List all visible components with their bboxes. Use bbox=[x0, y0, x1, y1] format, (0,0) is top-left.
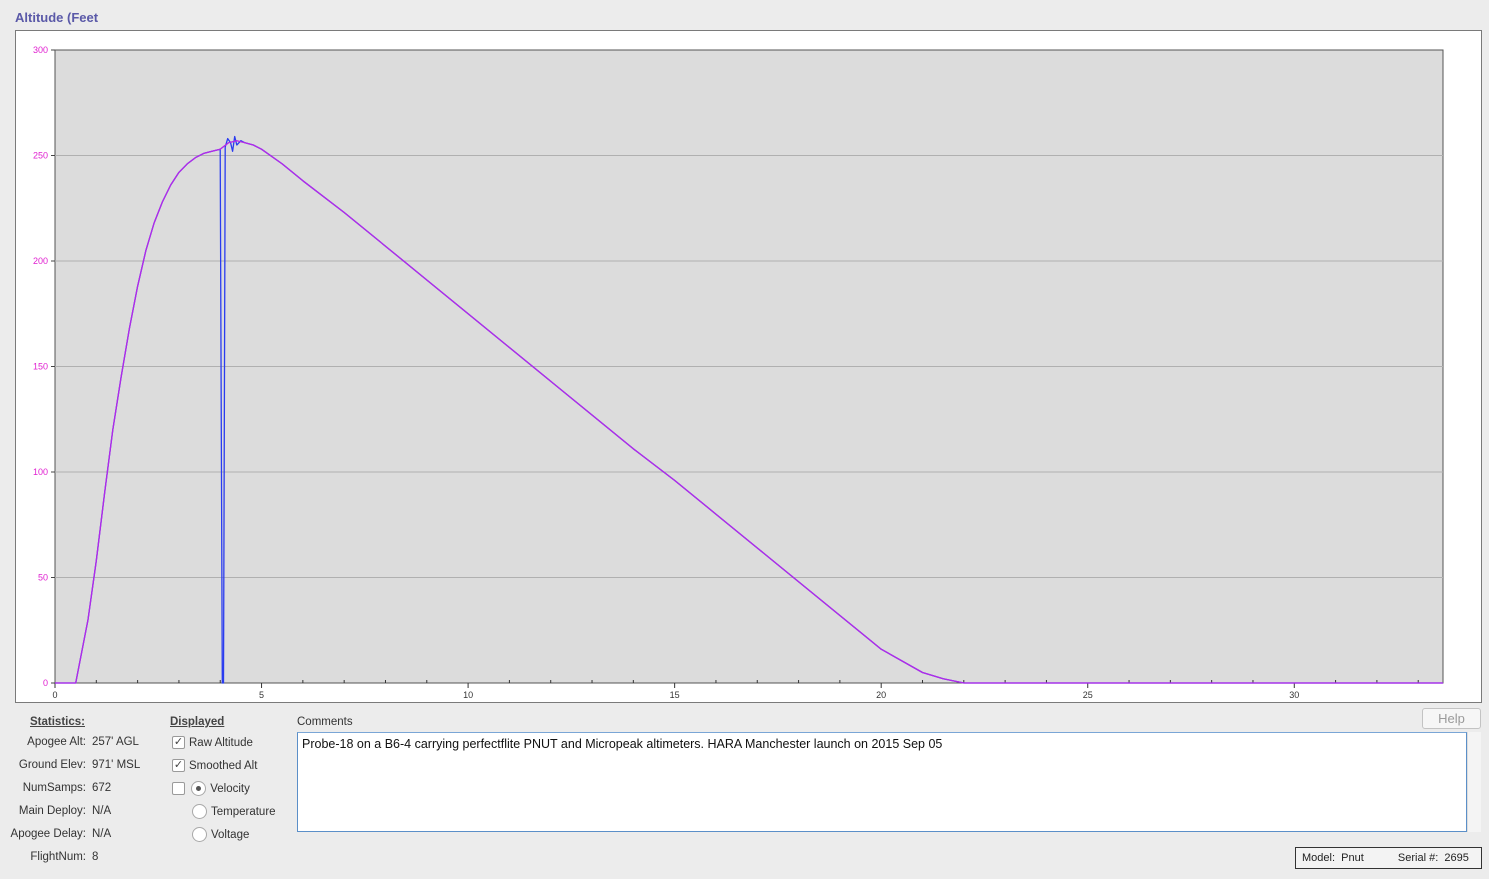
x-tick-label: 15 bbox=[670, 690, 680, 700]
stat-ground-elev: Ground Elev: 971' MSL bbox=[0, 759, 160, 775]
stat-apogee-delay: Apogee Delay: N/A bbox=[0, 828, 160, 844]
third-series-checkbox[interactable] bbox=[172, 782, 185, 795]
altitude-chart: 0 50 100 150 200 250 300 0 5 10 15 20 25 30 bbox=[15, 30, 1482, 703]
stat-label: Apogee Alt: bbox=[27, 736, 86, 748]
x-tick-label: 20 bbox=[876, 690, 886, 700]
stat-value: 971' MSL bbox=[92, 759, 141, 771]
comments-scrollbar[interactable] bbox=[1467, 732, 1481, 832]
velocity-label: Velocity bbox=[210, 782, 250, 795]
stat-label: FlightNum: bbox=[30, 851, 86, 863]
displayed-header: Displayed bbox=[170, 716, 225, 728]
raw-altitude-checkbox[interactable]: ✓ bbox=[172, 736, 185, 749]
stat-value: 257' AGL bbox=[92, 736, 139, 748]
x-tick-label: 0 bbox=[52, 690, 57, 700]
temperature-label: Temperature bbox=[211, 805, 276, 818]
x-tick-label: 30 bbox=[1289, 690, 1299, 700]
help-button[interactable]: Help bbox=[1422, 708, 1481, 729]
raw-altitude-toggle[interactable]: ✓ Raw Altitude bbox=[172, 736, 253, 752]
comments-textarea[interactable]: Probe-18 on a B6-4 carrying perfectflite… bbox=[297, 732, 1467, 832]
y-tick-label: 150 bbox=[33, 362, 48, 372]
stat-value: N/A bbox=[92, 805, 112, 817]
y-tick-label: 50 bbox=[38, 573, 48, 583]
x-tick-label: 10 bbox=[463, 690, 473, 700]
serial-value: 2695 bbox=[1444, 852, 1469, 864]
y-tick-label: 0 bbox=[43, 678, 48, 688]
third-series-toggle[interactable]: Velocity bbox=[172, 781, 250, 797]
smoothed-alt-checkbox[interactable]: ✓ bbox=[172, 759, 185, 772]
voltage-option[interactable]: Voltage bbox=[192, 827, 249, 843]
y-tick-label: 250 bbox=[33, 151, 48, 161]
stat-apogee-alt: Apogee Alt: 257' AGL bbox=[0, 736, 160, 752]
smoothed-alt-label: Smoothed Alt bbox=[189, 759, 258, 772]
smoothed-alt-toggle[interactable]: ✓ Smoothed Alt bbox=[172, 759, 257, 775]
device-info: Model: Pnut Serial #: 2695 bbox=[1295, 847, 1482, 869]
temperature-option[interactable]: Temperature bbox=[192, 804, 276, 820]
stat-main-deploy: Main Deploy: N/A bbox=[0, 805, 160, 821]
y-tick-label: 100 bbox=[33, 467, 48, 477]
voltage-label: Voltage bbox=[211, 828, 250, 841]
comments-label: Comments bbox=[297, 716, 353, 728]
statistics-header: Statistics: bbox=[30, 716, 85, 728]
stat-value: N/A bbox=[92, 828, 112, 840]
altitude-chart-svg: 0 50 100 150 200 250 300 0 5 10 15 20 25 30 bbox=[33, 45, 1444, 700]
stat-label: Main Deploy: bbox=[18, 805, 86, 817]
voltage-radio[interactable] bbox=[192, 827, 207, 842]
model-value: Pnut bbox=[1341, 852, 1364, 864]
model-label: Model: bbox=[1302, 852, 1336, 864]
stat-value: 8 bbox=[92, 851, 99, 863]
raw-altitude-label: Raw Altitude bbox=[189, 736, 253, 749]
velocity-radio[interactable] bbox=[191, 781, 207, 796]
stat-flight-num: FlightNum: 8 bbox=[0, 851, 160, 867]
temperature-radio[interactable] bbox=[192, 804, 207, 819]
chart-title: Altitude (Feet bbox=[15, 10, 99, 25]
y-tick-label: 300 bbox=[33, 45, 48, 55]
x-tick-label: 25 bbox=[1083, 690, 1093, 700]
y-tick-label: 200 bbox=[33, 256, 48, 266]
stat-label: NumSamps: bbox=[22, 782, 86, 794]
stat-value: 672 bbox=[92, 782, 112, 794]
x-tick-label: 5 bbox=[259, 690, 264, 700]
stat-num-samps: NumSamps: 672 bbox=[0, 782, 160, 798]
stat-label: Apogee Delay: bbox=[10, 828, 86, 840]
stat-label: Ground Elev: bbox=[18, 759, 86, 771]
serial-label: Serial #: bbox=[1397, 852, 1439, 864]
